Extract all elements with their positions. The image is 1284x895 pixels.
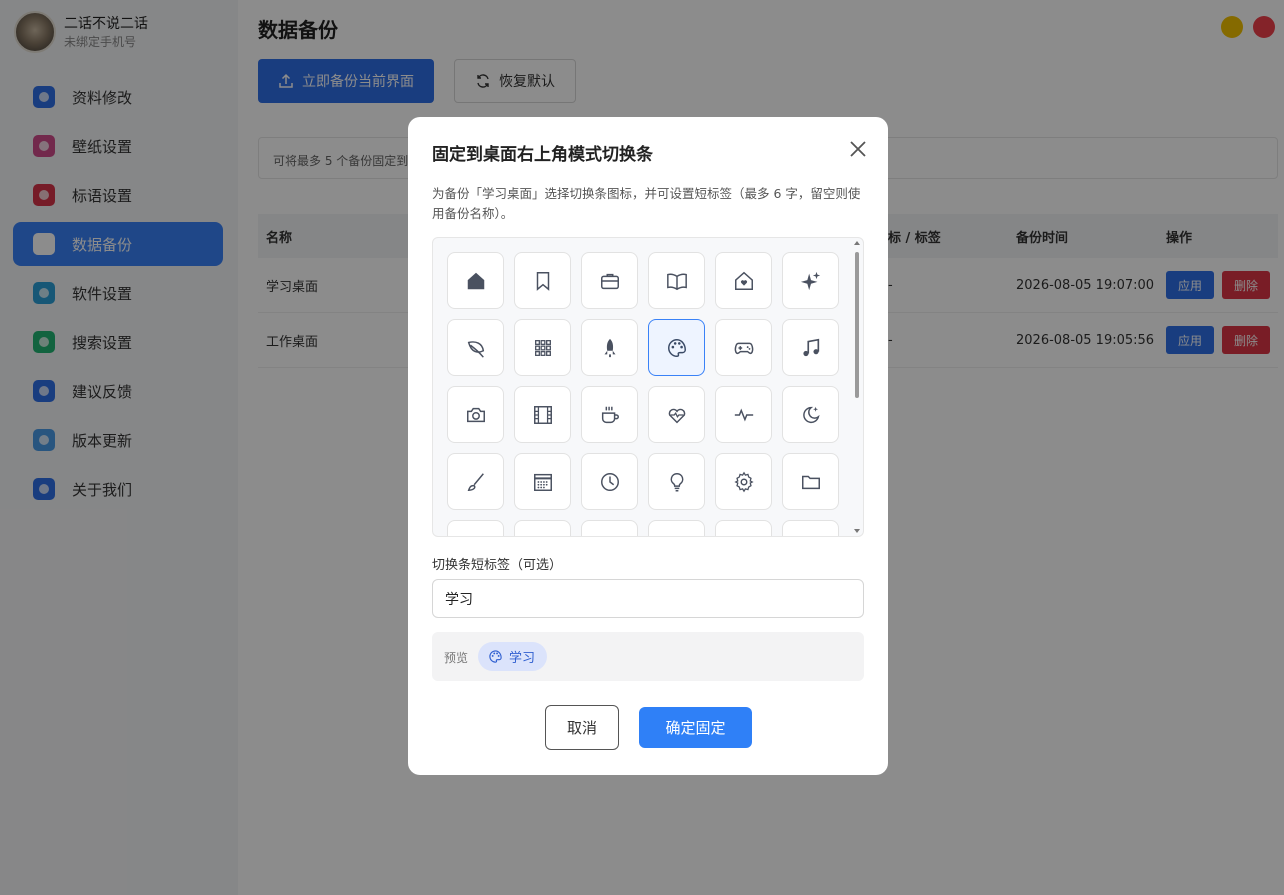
icon-option[interactable] xyxy=(648,453,705,510)
icon-option[interactable] xyxy=(581,386,638,443)
close-icon[interactable] xyxy=(848,139,868,159)
scroll-thumb[interactable] xyxy=(855,252,859,398)
leaf-icon xyxy=(467,340,484,358)
icon-option[interactable] xyxy=(782,319,839,376)
confirm-pin-button[interactable]: 确定固定 xyxy=(639,707,752,748)
icon-option[interactable] xyxy=(782,386,839,443)
palette-icon xyxy=(489,650,502,663)
scroll-up-arrow-icon[interactable] xyxy=(854,241,860,245)
icon-option[interactable] xyxy=(581,252,638,309)
clock-icon xyxy=(600,472,619,491)
short-label-input[interactable] xyxy=(432,579,864,618)
palette-icon xyxy=(667,338,686,357)
icon-option[interactable] xyxy=(514,252,571,309)
icon-option[interactable] xyxy=(782,252,839,309)
bookmark-icon xyxy=(536,271,549,291)
activity-icon xyxy=(734,407,753,422)
icon-option[interactable] xyxy=(715,520,772,536)
home-icon xyxy=(467,272,484,289)
music-icon xyxy=(802,338,819,356)
icon-option[interactable] xyxy=(715,252,772,309)
sparkles-icon xyxy=(800,271,820,290)
pin-mode-dialog: 固定到桌面右上角模式切换条 为备份「学习桌面」选择切换条图标，并可设置短标签（最… xyxy=(408,117,888,775)
preview-chip: 学习 xyxy=(478,642,548,671)
icon-option[interactable] xyxy=(715,453,772,510)
icon-option[interactable] xyxy=(514,319,571,376)
icon-option[interactable] xyxy=(447,520,504,536)
scroll-down-arrow-icon[interactable] xyxy=(854,529,860,533)
short-label-field-label: 切换条短标签（可选） xyxy=(432,558,563,573)
house-heart-icon xyxy=(734,271,753,290)
preview-chip-label: 学习 xyxy=(509,651,536,666)
icon-option[interactable] xyxy=(581,319,638,376)
heart-pulse-icon xyxy=(668,408,685,423)
icon-option[interactable] xyxy=(648,520,705,536)
icon-grid xyxy=(447,252,839,536)
lightbulb-icon xyxy=(670,472,683,491)
calendar-icon xyxy=(533,473,552,491)
icon-option[interactable] xyxy=(715,386,772,443)
icon-option[interactable] xyxy=(447,453,504,510)
cancel-button[interactable]: 取消 xyxy=(545,705,619,750)
dialog-description: 为备份「学习桌面」选择切换条图标，并可设置短标签（最多 6 字，留空则使用备份名… xyxy=(432,186,861,221)
icon-option-selected[interactable] xyxy=(648,319,705,376)
icon-option[interactable] xyxy=(782,520,839,536)
icon-picker-scrollbar[interactable] xyxy=(853,238,861,536)
grid-icon xyxy=(534,339,551,356)
book-icon xyxy=(666,272,687,290)
icon-picker xyxy=(432,237,864,537)
icon-option[interactable] xyxy=(514,453,571,510)
camera-icon xyxy=(466,407,485,422)
coffee-icon xyxy=(601,406,619,423)
preview-label: 预览 xyxy=(444,651,469,665)
dialog-title: 固定到桌面右上角模式切换条 xyxy=(432,145,653,165)
icon-option[interactable] xyxy=(581,520,638,536)
brush-icon xyxy=(467,472,484,491)
preview-box: 预览 学习 xyxy=(432,632,864,681)
gear-icon xyxy=(733,471,754,492)
folder-icon xyxy=(801,475,820,489)
icon-option[interactable] xyxy=(447,252,504,309)
icon-option[interactable] xyxy=(648,252,705,309)
briefcase-icon xyxy=(600,273,619,289)
moon-stars-icon xyxy=(802,406,820,423)
icon-option[interactable] xyxy=(514,520,571,536)
icon-option[interactable] xyxy=(715,319,772,376)
icon-option[interactable] xyxy=(782,453,839,510)
icon-option[interactable] xyxy=(581,453,638,510)
icon-option[interactable] xyxy=(648,386,705,443)
rocket-icon xyxy=(604,338,615,357)
gamepad-icon xyxy=(734,342,753,354)
icon-option[interactable] xyxy=(447,319,504,376)
icon-option[interactable] xyxy=(447,386,504,443)
icon-option[interactable] xyxy=(514,386,571,443)
film-icon xyxy=(533,405,552,424)
